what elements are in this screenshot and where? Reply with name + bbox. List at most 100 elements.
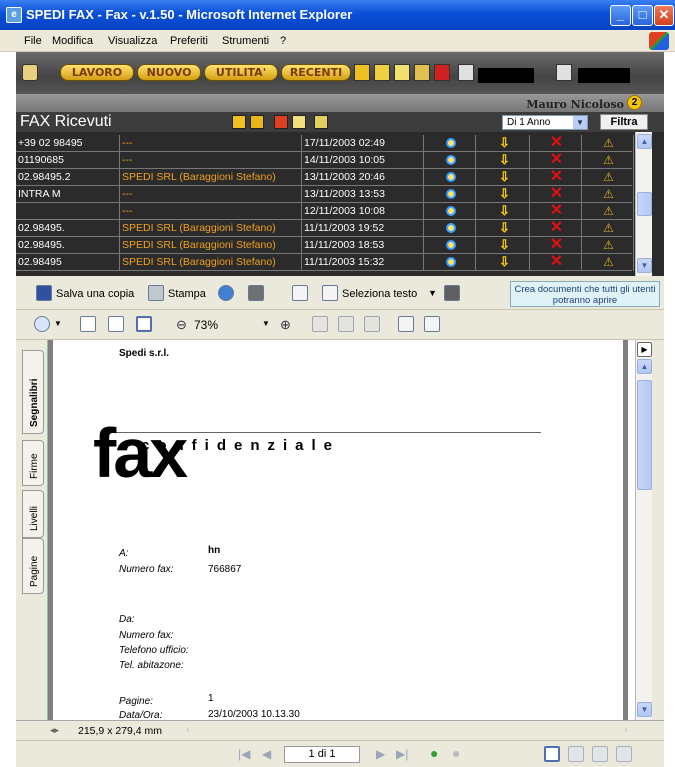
sign-icon[interactable]: ⚠: [582, 135, 634, 152]
save-copy-button[interactable]: Salva una copia: [56, 288, 134, 300]
chevron-right-icon[interactable]: ▶: [637, 342, 652, 357]
tools-help-icon[interactable]: [314, 115, 328, 129]
zoom-level[interactable]: 73%: [194, 318, 218, 332]
notification-badge[interactable]: 2: [627, 95, 642, 110]
insert-page-icon[interactable]: [398, 316, 414, 332]
view-magnifier-icon[interactable]: [424, 135, 476, 152]
scroll-thumb[interactable]: [637, 380, 652, 490]
last-page-icon[interactable]: ▶|: [396, 747, 408, 761]
delete-x-icon[interactable]: ✕: [530, 135, 582, 152]
download-icon[interactable]: ⇩: [478, 203, 530, 220]
help-question-icon[interactable]: [458, 64, 474, 81]
tab-segnalibri[interactable]: Segnalibri: [22, 350, 44, 434]
sign-icon[interactable]: ⚠: [582, 152, 634, 169]
chevron-right-icon[interactable]: ›: [624, 724, 628, 736]
chevron-down-icon[interactable]: ▼: [262, 319, 270, 328]
download-icon[interactable]: ⇩: [478, 135, 530, 152]
delete-x-icon[interactable]: ✕: [530, 237, 582, 254]
menu-visualizza[interactable]: Visualizza: [108, 35, 157, 47]
tab-pagine[interactable]: Pagine: [22, 538, 44, 594]
view-magnifier-icon[interactable]: [424, 203, 476, 220]
single-page-layout-icon[interactable]: [544, 746, 560, 762]
go-forward-icon[interactable]: ●: [452, 745, 460, 761]
scroll-down-icon[interactable]: ▼: [637, 702, 652, 717]
zoom-in-magnifier-icon[interactable]: [34, 316, 50, 332]
fax-row[interactable]: 02.98495. SPEDI SRL (Baraggioni Stefano) 1…: [16, 220, 634, 237]
extract-page-icon[interactable]: [424, 316, 440, 332]
fax-list-scrollbar[interactable]: ▲ ▼: [635, 132, 652, 276]
view-magnifier-icon[interactable]: [424, 169, 476, 186]
fax-row[interactable]: --- 12/11/2003 10:08 ⇩ ✕ ⚠: [16, 203, 634, 220]
menu-help[interactable]: ?: [280, 35, 286, 47]
first-page-icon[interactable]: |◀: [238, 747, 250, 761]
fax-row[interactable]: 02.98495 SPEDI SRL (Baraggioni Stefano) 11…: [16, 254, 634, 271]
delete-x-icon[interactable]: ✕: [530, 203, 582, 220]
printer-icon[interactable]: [148, 285, 164, 301]
page-layout-icon[interactable]: [364, 316, 380, 332]
delete-x-icon[interactable]: ✕: [530, 254, 582, 271]
view-magnifier-icon[interactable]: [424, 237, 476, 254]
zoom-out-icon[interactable]: ⊖: [176, 317, 187, 333]
folder-fax-icon[interactable]: [250, 115, 264, 129]
fax-row[interactable]: 01190685 --- 14/11/2003 10:05 ⇩ ✕ ⚠: [16, 152, 634, 169]
fax-row[interactable]: 02.98495.2 SPEDI SRL (Baraggioni Stefano)…: [16, 169, 634, 186]
select-text-button[interactable]: Seleziona testo: [342, 288, 417, 300]
actual-size-icon[interactable]: [80, 316, 96, 332]
chevron-down-icon[interactable]: ▼: [573, 116, 587, 129]
binoculars-icon[interactable]: [248, 285, 264, 301]
save-disk-icon[interactable]: [36, 285, 52, 301]
print-button[interactable]: Stampa: [168, 288, 206, 300]
document-view[interactable]: Spedi s.r.l. fax confidenziale A: hn Num…: [48, 340, 628, 720]
menu-modifica[interactable]: Modifica: [52, 35, 93, 47]
view-magnifier-icon[interactable]: [424, 220, 476, 237]
sign-icon[interactable]: ⚠: [582, 169, 634, 186]
delete-x-icon[interactable]: ✕: [530, 220, 582, 237]
menu-strumenti[interactable]: Strumenti: [222, 35, 269, 47]
view-magnifier-icon[interactable]: [424, 254, 476, 271]
download-icon[interactable]: ⇩: [478, 152, 530, 169]
help-question-icon-2[interactable]: [556, 64, 572, 81]
rotate-left-icon[interactable]: [312, 316, 328, 332]
fax-row[interactable]: 02.98495. SPEDI SRL (Baraggioni Stefano) 1…: [16, 237, 634, 254]
sign-icon[interactable]: ⚠: [582, 237, 634, 254]
download-icon[interactable]: ⇩: [478, 169, 530, 186]
horizontal-arrows-icon[interactable]: ◂▸: [50, 725, 59, 736]
tab-livelli[interactable]: Livelli: [22, 490, 44, 538]
calendar-icon[interactable]: [374, 64, 390, 81]
download-icon[interactable]: ⇩: [478, 186, 530, 203]
scroll-up-icon[interactable]: ▲: [637, 134, 652, 149]
red-book-icon[interactable]: [434, 64, 450, 81]
lavoro-button[interactable]: LAVORO: [60, 64, 134, 81]
pencil-icon[interactable]: [354, 64, 370, 81]
delete-x-icon[interactable]: ✕: [530, 186, 582, 203]
sign-icon[interactable]: ⚠: [582, 186, 634, 203]
continuous-facing-icon[interactable]: [616, 746, 632, 762]
chevron-down-icon[interactable]: ▼: [54, 319, 62, 328]
minimize-button[interactable]: _: [610, 5, 631, 26]
previous-page-icon[interactable]: ◀: [262, 747, 271, 761]
go-back-icon[interactable]: ●: [430, 745, 438, 761]
view-magnifier-icon[interactable]: [424, 152, 476, 169]
sign-icon[interactable]: ⚠: [582, 203, 634, 220]
sign-icon[interactable]: ⚠: [582, 254, 634, 271]
menu-file[interactable]: File: [24, 35, 42, 47]
fit-width-icon[interactable]: [136, 316, 152, 332]
download-icon[interactable]: ⇩: [478, 220, 530, 237]
page-number-input[interactable]: 1 di 1: [284, 746, 360, 763]
facing-layout-icon[interactable]: [592, 746, 608, 762]
sign-icon[interactable]: ⚠: [582, 220, 634, 237]
delete-x-icon[interactable]: ✕: [530, 152, 582, 169]
chevron-left-icon[interactable]: ‹: [186, 724, 190, 736]
delete-x-icon[interactable]: ✕: [530, 169, 582, 186]
fax-row[interactable]: INTRA M --- 13/11/2003 13:53 ⇩ ✕ ⚠: [16, 186, 634, 203]
email-globe-icon[interactable]: [218, 285, 234, 301]
document-icon[interactable]: [394, 64, 410, 81]
scroll-up-icon[interactable]: ▲: [637, 359, 652, 374]
download-icon[interactable]: ⇩: [478, 237, 530, 254]
hand-tool-icon[interactable]: [292, 285, 308, 301]
create-accessible-hint[interactable]: Crea documenti che tutti gli utenti potr…: [510, 281, 660, 307]
new-fax-icon[interactable]: [232, 115, 246, 129]
snapshot-icon[interactable]: [444, 285, 460, 301]
zoom-in-icon[interactable]: ⊕: [280, 317, 291, 333]
rotate-right-icon[interactable]: [338, 316, 354, 332]
